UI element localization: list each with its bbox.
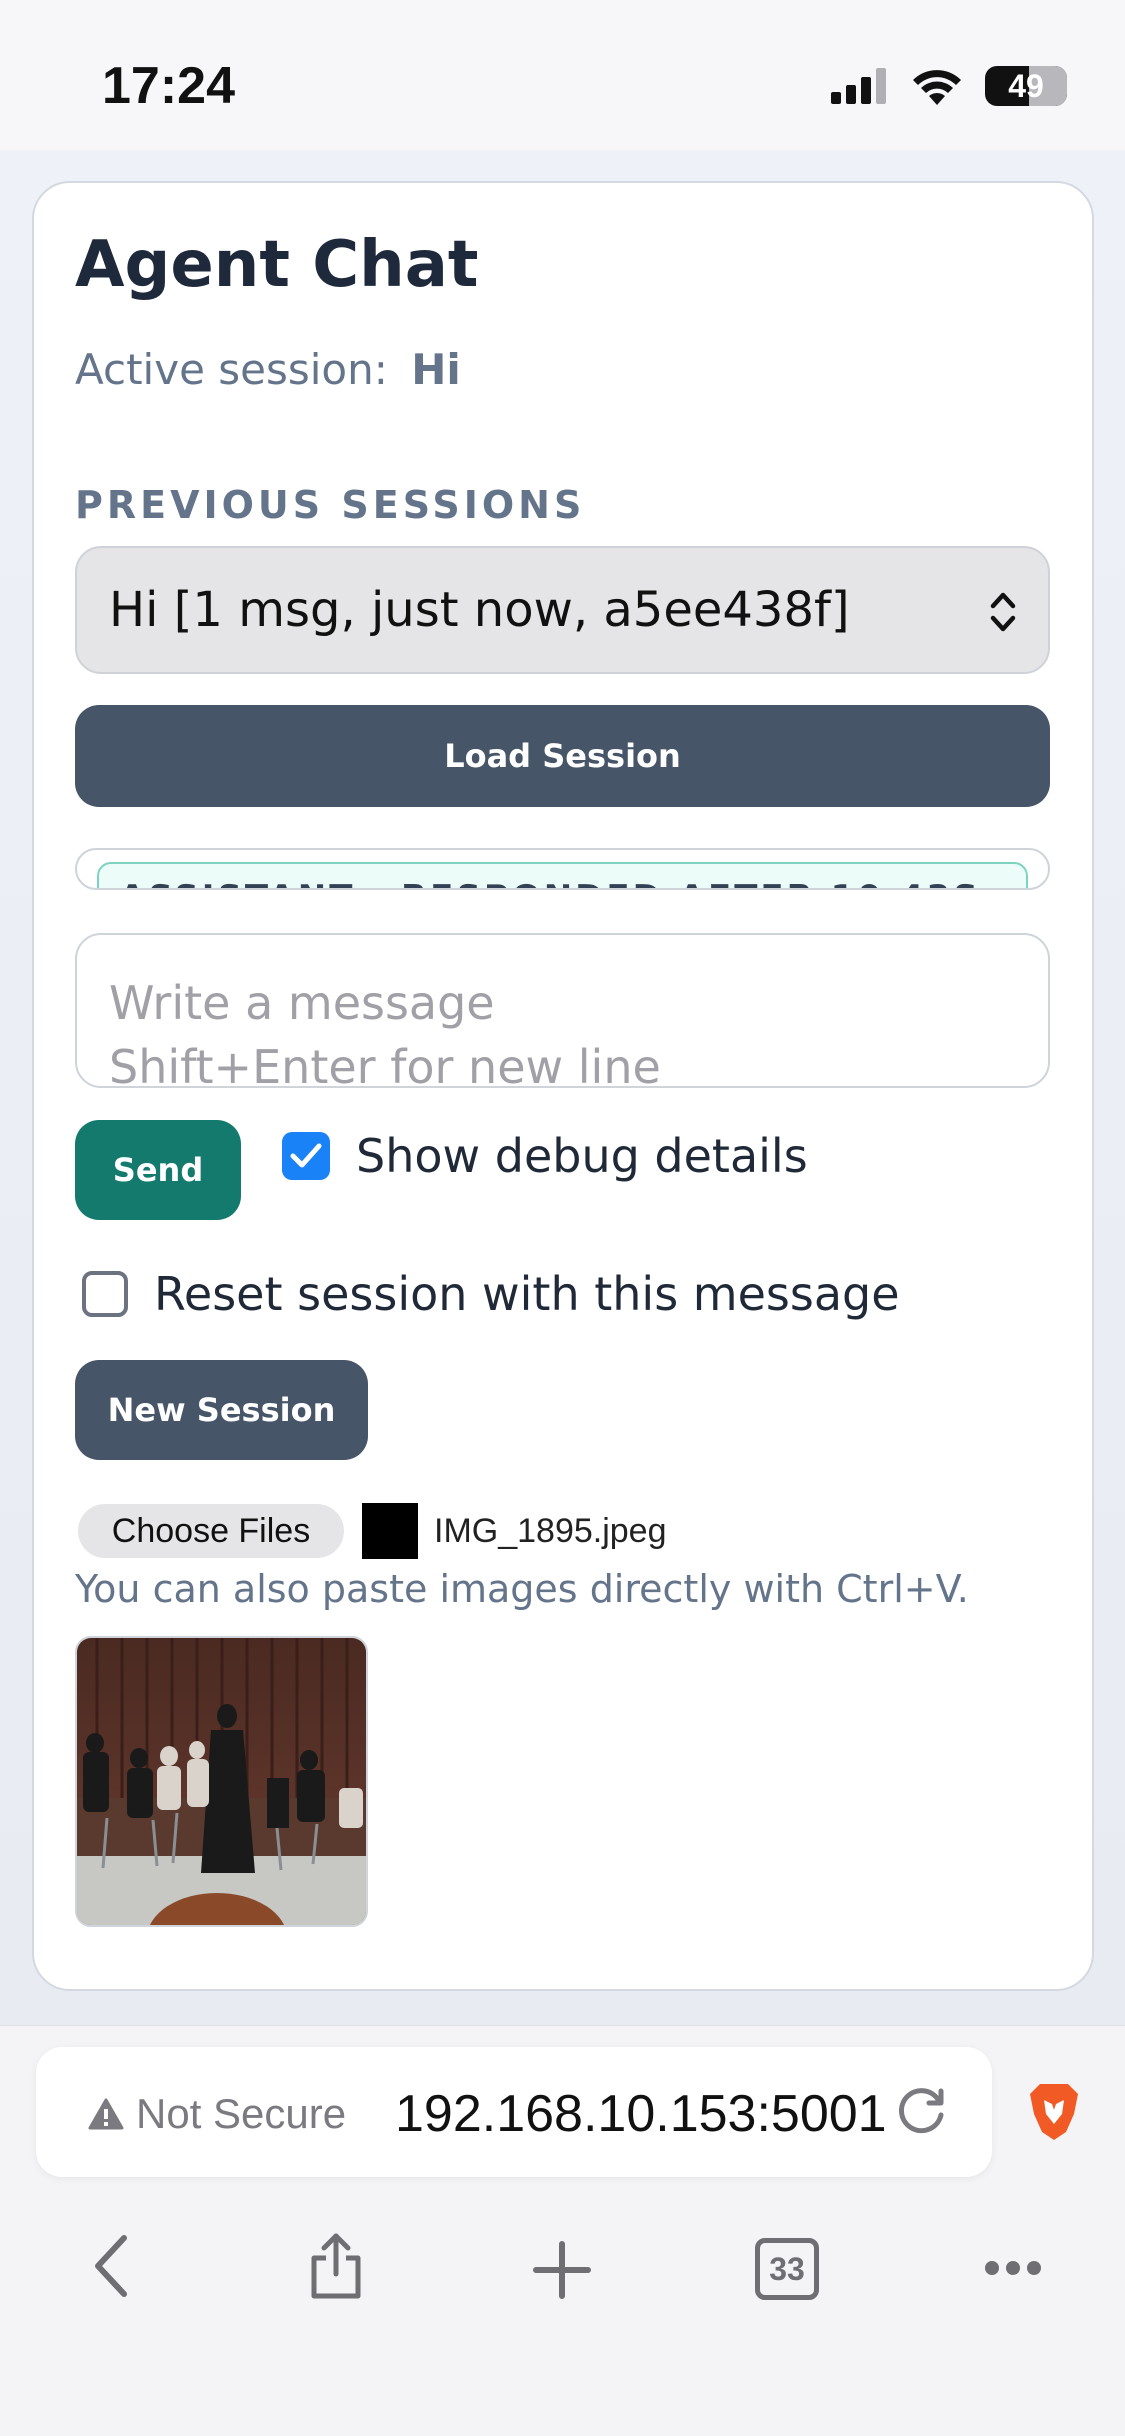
active-session-label: Active session: (75, 345, 388, 394)
chevron-updown-icon (990, 592, 1016, 632)
tabs-icon[interactable]: 33 (755, 2238, 819, 2300)
plus-icon[interactable] (532, 2240, 592, 2300)
battery-level: 49 (1008, 67, 1044, 104)
page-title: Agent Chat (75, 228, 479, 302)
message-input[interactable]: Write a message Shift+Enter for new line (75, 933, 1050, 1088)
not-secure-label: Not Secure (136, 2090, 347, 2137)
share-icon[interactable] (306, 2232, 366, 2300)
session-select[interactable]: Hi [1 msg, just now, a5ee438f] (75, 546, 1050, 674)
new-session-button[interactable]: New Session (75, 1360, 368, 1460)
warning-icon (88, 2098, 124, 2130)
load-session-button[interactable]: Load Session (75, 705, 1050, 807)
tab-count: 33 (769, 2250, 805, 2287)
selected-file-name: IMG_1895.jpeg (434, 1511, 667, 1550)
orchestra-photo (77, 1638, 366, 1925)
active-session-name: Hi (411, 345, 461, 394)
choose-files-button[interactable]: Choose Files (78, 1504, 344, 1558)
more-icon[interactable] (984, 2258, 1042, 2278)
session-select-value: Hi [1 msg, just now, a5ee438f] (109, 582, 850, 638)
file-picker: Choose Files IMG_1895.jpeg (78, 1503, 667, 1559)
brave-lion-icon[interactable] (1026, 2080, 1082, 2144)
message-log[interactable]: ASSISTANT · RESPONDED AFTER 10.43S (75, 848, 1050, 890)
show-debug-label: Show debug details (356, 1129, 808, 1183)
status-icons: 49 (831, 66, 1067, 106)
wifi-icon (913, 70, 961, 105)
send-button[interactable]: Send (75, 1120, 241, 1220)
check-icon (290, 1143, 322, 1168)
paste-hint: You can also paste images directly with … (75, 1567, 969, 1611)
show-debug-checkbox[interactable] (282, 1132, 330, 1180)
back-icon[interactable] (90, 2232, 132, 2300)
reset-session-label: Reset session with this message (154, 1267, 900, 1321)
security-indicator[interactable]: Not Secure (88, 2090, 346, 2138)
log-entry: ASSISTANT · RESPONDED AFTER 10.43S (97, 862, 1028, 888)
status-time: 17:24 (102, 57, 235, 115)
image-preview[interactable] (75, 1636, 368, 1927)
url-text[interactable]: 192.168.10.153:5001 (395, 2084, 887, 2144)
reset-session-checkbox[interactable] (82, 1271, 128, 1317)
reload-icon[interactable] (895, 2083, 951, 2139)
file-thumbnail (362, 1503, 418, 1559)
show-debug-toggle[interactable]: Show debug details (282, 1129, 808, 1183)
battery-icon: 49 (985, 66, 1067, 106)
previous-sessions-label: PREVIOUS SESSIONS (75, 483, 586, 527)
signal-icon (831, 68, 886, 104)
status-bar: 17:24 49 (0, 0, 1125, 150)
reset-session-toggle[interactable]: Reset session with this message (82, 1267, 900, 1321)
active-session: Active session: Hi (75, 345, 461, 394)
